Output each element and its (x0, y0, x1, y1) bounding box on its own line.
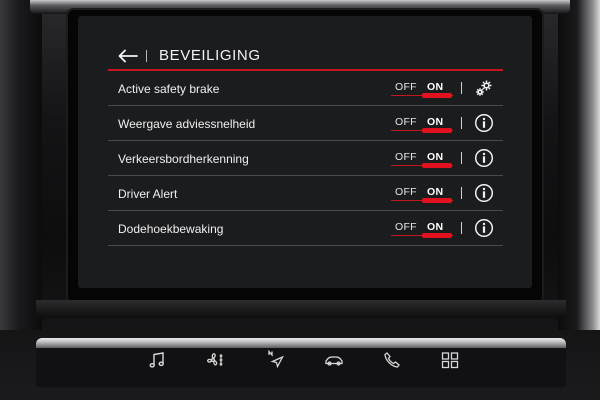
setting-label: Weergave adviessnelheid (118, 117, 256, 131)
phone-icon[interactable] (382, 350, 402, 370)
infotainment-screen: BEVEILIGING Active safety brake OFF ON W… (78, 16, 532, 288)
music-icon[interactable] (147, 350, 167, 370)
bezel-right (558, 0, 600, 330)
setting-row-dodehoekbewaking: Dodehoekbewaking OFF ON (108, 211, 503, 246)
info-icon[interactable] (474, 183, 494, 203)
toggle-thumb (422, 233, 452, 238)
toggle-thumb (422, 198, 452, 203)
toggle-off-label: OFF (395, 81, 417, 93)
setting-row-weergave-adviessnelheid: Weergave adviessnelheid OFF ON (108, 106, 503, 141)
active-safety-brake-toggle[interactable]: OFF ON (391, 80, 453, 98)
fan-icon[interactable] (205, 350, 225, 370)
driver-alert-toggle[interactable]: OFF ON (391, 185, 453, 203)
toggle-on-label: ON (427, 81, 444, 93)
setting-label: Active safety brake (118, 82, 220, 96)
setting-label: Verkeersbordherkenning (118, 152, 249, 166)
toggle-off-label: OFF (395, 186, 417, 198)
row-divider (461, 152, 462, 164)
toggle-on-label: ON (427, 186, 444, 198)
verkeersbordherkenning-toggle[interactable]: OFF ON (391, 150, 453, 168)
header-bar: BEVEILIGING (108, 44, 500, 68)
toggle-off-label: OFF (395, 151, 417, 163)
setting-row-verkeersbordherkenning: Verkeersbordherkenning OFF ON (108, 141, 503, 176)
setting-label: Dodehoekbewaking (118, 222, 224, 236)
toggle-on-label: ON (427, 221, 444, 233)
toggle-off-label: OFF (395, 221, 417, 233)
toggle-thumb (422, 128, 452, 133)
lower-trim (36, 300, 566, 318)
setting-row-active-safety-brake: Active safety brake OFF ON (108, 71, 503, 106)
setting-label: Driver Alert (118, 187, 178, 201)
toggle-off-label: OFF (395, 116, 417, 128)
info-icon[interactable] (474, 218, 494, 238)
setting-row-driver-alert: Driver Alert OFF ON (108, 176, 503, 211)
toggle-on-label: ON (427, 151, 444, 163)
car-icon[interactable] (324, 350, 344, 370)
row-divider (461, 187, 462, 199)
page-title: BEVEILIGING (159, 47, 261, 64)
navigation-icon[interactable] (266, 349, 286, 370)
dodehoekbewaking-toggle[interactable]: OFF ON (391, 220, 453, 238)
row-divider (461, 117, 462, 129)
bezel-left (0, 0, 42, 330)
toggle-thumb (422, 93, 452, 98)
info-icon[interactable] (474, 113, 494, 133)
row-divider (461, 222, 462, 234)
touch-bar (140, 349, 470, 370)
info-icon[interactable] (474, 148, 494, 168)
weergave-adviessnelheid-toggle[interactable]: OFF ON (391, 115, 453, 133)
gear-icon[interactable] (474, 78, 494, 98)
header-divider (146, 50, 147, 62)
toggle-on-label: ON (427, 116, 444, 128)
row-divider (461, 82, 462, 94)
back-arrow-icon[interactable] (118, 49, 138, 63)
apps-grid-icon[interactable] (440, 350, 460, 370)
toggle-thumb (422, 163, 452, 168)
settings-list: Active safety brake OFF ON Weergave advi… (108, 71, 503, 246)
